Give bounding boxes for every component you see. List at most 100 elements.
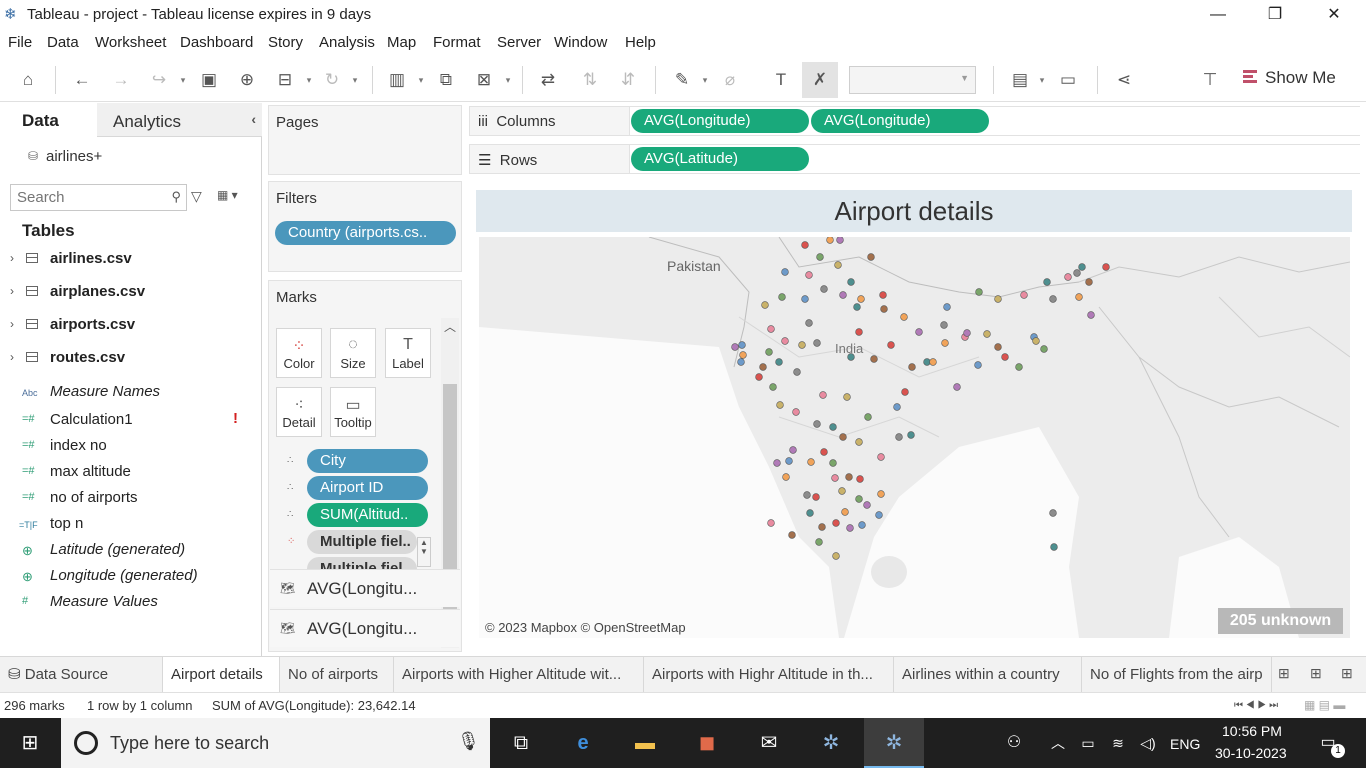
field-longitude-generated[interactable]: ⊕ Longitude (generated) <box>0 564 260 590</box>
store-icon[interactable]: ◼ <box>692 728 722 758</box>
airport-point[interactable] <box>907 431 915 439</box>
airport-point[interactable] <box>875 511 883 519</box>
airport-point[interactable] <box>1078 263 1086 271</box>
pause-updates-icon[interactable]: ⊟ <box>271 66 299 94</box>
filters-shelf[interactable]: Filters Country (airports.cs.. <box>268 181 462 272</box>
airport-point[interactable] <box>805 319 813 327</box>
pill-scroll-icon[interactable]: ▲ ▼ <box>417 537 431 567</box>
airport-point[interactable] <box>853 303 861 311</box>
airport-point[interactable] <box>1085 278 1093 286</box>
tab-data[interactable]: Data <box>0 103 97 137</box>
airport-point[interactable] <box>816 253 824 261</box>
fit-dropdown[interactable]: ▼ <box>849 66 976 94</box>
fit-width-icon[interactable]: ▤ <box>1006 66 1034 94</box>
airport-point[interactable] <box>776 401 784 409</box>
airport-point[interactable] <box>908 363 916 371</box>
marks-field-sum-altitude[interactable]: ∴ SUM(Altitud.. <box>284 503 434 527</box>
field-calculation1[interactable]: =# Calculation1 ! <box>0 408 260 434</box>
airport-point[interactable] <box>975 288 983 296</box>
marks-layer-avg-longitude-1[interactable]: 🗺 AVG(Longitu... <box>270 569 460 607</box>
airport-point[interactable] <box>953 383 961 391</box>
airport-point[interactable] <box>1073 269 1081 277</box>
close-button[interactable]: ✕ <box>1311 2 1357 28</box>
airport-point[interactable] <box>847 278 855 286</box>
airport-point[interactable] <box>826 237 834 244</box>
scroll-up-icon[interactable]: ︿ <box>444 318 456 335</box>
menu-help[interactable]: Help <box>625 34 656 51</box>
airport-point[interactable] <box>829 423 837 431</box>
microphone-icon[interactable]: 🎙 <box>457 731 480 752</box>
airport-point[interactable] <box>834 261 842 269</box>
field-index-no[interactable]: =# index no <box>0 434 260 460</box>
chevron-down-icon[interactable]: ▾ <box>416 66 426 94</box>
task-view-icon[interactable]: ⧉ <box>506 728 536 758</box>
airport-point[interactable] <box>1040 345 1048 353</box>
airport-point[interactable] <box>781 337 789 345</box>
airport-point[interactable] <box>983 330 991 338</box>
field-latitude-generated[interactable]: ⊕ Latitude (generated) <box>0 538 260 564</box>
airport-point[interactable] <box>941 339 949 347</box>
airport-point[interactable] <box>1050 543 1058 551</box>
pill-city[interactable]: City <box>307 449 428 473</box>
marks-color-button[interactable]: ⁘ Color <box>276 328 322 378</box>
airport-point[interactable] <box>765 348 773 356</box>
airport-point[interactable] <box>801 241 809 249</box>
filter-icon[interactable]: ▽ <box>191 188 202 205</box>
datasource-name[interactable]: airlines+ <box>46 148 102 165</box>
airport-point[interactable] <box>1020 291 1028 299</box>
tab-nav-icons[interactable]: ⏮ ◀ ▶ ⏭ <box>1234 700 1278 711</box>
clock-date[interactable]: 30-10-2023 <box>1215 745 1287 761</box>
airport-point[interactable] <box>813 420 821 428</box>
tab-airlines-within-country[interactable]: Airlines within a country <box>894 657 1082 693</box>
airport-point[interactable] <box>805 271 813 279</box>
pill-airport-id[interactable]: Airport ID <box>307 476 428 500</box>
tab-data-source[interactable]: ⛁ Data Source <box>0 657 163 693</box>
search-input[interactable] <box>17 189 167 206</box>
refresh-icon[interactable]: ↻ <box>318 66 346 94</box>
marks-field-multiple-fields-2[interactable]: Multiple fiel.. <box>284 557 434 569</box>
airport-point[interactable] <box>831 474 839 482</box>
airport-point[interactable] <box>1102 263 1110 271</box>
menu-format[interactable]: Format <box>433 34 481 51</box>
table-item-airlines[interactable]: › airlines.csv <box>0 247 260 273</box>
pill-multiple-fields[interactable]: Multiple fiel.. <box>307 557 417 569</box>
tableau-taskbar-icon[interactable]: ✲ <box>816 728 846 758</box>
tab-airport-details[interactable]: Airport details <box>163 657 280 693</box>
chevron-right-icon[interactable]: › <box>10 317 14 331</box>
airport-point[interactable] <box>803 491 811 499</box>
airport-point[interactable] <box>1032 337 1040 345</box>
new-worksheet-icon[interactable]: ⊞ <box>1278 665 1290 682</box>
airport-point[interactable] <box>788 531 796 539</box>
airport-point[interactable] <box>974 361 982 369</box>
field-no-of-airports[interactable]: =# no of airports <box>0 486 260 512</box>
chevron-right-icon[interactable]: › <box>10 284 14 298</box>
tab-higher-altitude-1[interactable]: Airports with Higher Altitude wit... <box>394 657 644 693</box>
map-credit[interactable]: © 2023 Mapbox © OpenStreetMap <box>485 620 686 635</box>
field-measure-names[interactable]: Abc Measure Names <box>0 380 260 406</box>
menu-story[interactable]: Story <box>268 34 303 51</box>
airport-point[interactable] <box>877 490 885 498</box>
airport-point[interactable] <box>915 328 923 336</box>
airport-point[interactable] <box>1043 278 1051 286</box>
table-item-routes[interactable]: › routes.csv <box>0 346 260 372</box>
clear-sheet-icon[interactable]: ⊠ <box>470 66 498 94</box>
airport-point[interactable] <box>798 341 806 349</box>
pill-sum-altitude[interactable]: SUM(Altitud.. <box>307 503 428 527</box>
tab-no-of-airports[interactable]: No of airports <box>280 657 394 693</box>
airport-point[interactable] <box>839 291 847 299</box>
new-story-icon[interactable]: ⊞ <box>1341 665 1353 682</box>
airport-point[interactable] <box>829 459 837 467</box>
airport-point[interactable] <box>1087 311 1095 319</box>
airport-point[interactable] <box>855 438 863 446</box>
marks-field-city[interactable]: ∴ City <box>284 449 434 473</box>
airport-point[interactable] <box>769 383 777 391</box>
new-worksheet-icon[interactable]: ▥ <box>383 66 411 94</box>
airport-point[interactable] <box>801 295 809 303</box>
show-labels-icon[interactable]: T <box>767 66 795 94</box>
airport-point[interactable] <box>839 433 847 441</box>
airport-point[interactable] <box>877 453 885 461</box>
airport-point[interactable] <box>789 446 797 454</box>
columns-shelf[interactable]: iii Columns AVG(Longitude) AVG(Longitude… <box>469 106 1360 136</box>
airport-point[interactable] <box>737 358 745 366</box>
pill-multiple-fields[interactable]: Multiple fiel.. <box>307 530 417 554</box>
